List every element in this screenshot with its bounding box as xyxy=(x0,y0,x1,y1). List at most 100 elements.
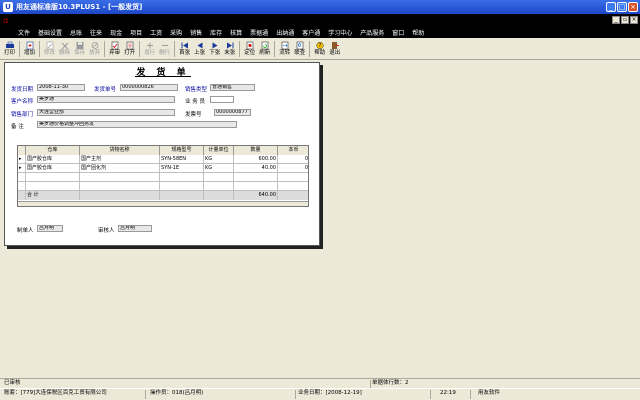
unit-cell[interactable]: KG xyxy=(204,155,234,164)
toolbar-label: 定位 xyxy=(244,49,256,56)
toolbar-button-save[interactable]: 保存 xyxy=(72,39,87,59)
toolbar-button-add[interactable]: 增加 xyxy=(22,39,37,59)
auditor-label: 审核人 xyxy=(98,228,115,234)
toolbar-button-flow[interactable]: 流转 xyxy=(277,39,292,59)
grid-header-cell[interactable]: 规格型号 xyxy=(160,146,204,155)
menu-item[interactable]: 基础设置 xyxy=(34,28,66,37)
toolbar-button-next[interactable]: 下张 xyxy=(207,39,222,59)
grid-header-cell[interactable]: 货物名称 xyxy=(80,146,160,155)
goods-cell[interactable]: 国产主剂 xyxy=(80,155,160,164)
toolbar-label: 上张 xyxy=(194,49,206,56)
account-info: 账套：[779]大连保税区百克工贸有限公司 xyxy=(4,390,107,396)
delete-row-icon xyxy=(160,41,170,50)
empty-row[interactable] xyxy=(18,173,308,182)
grid-horizontal-scrollbar[interactable] xyxy=(18,201,308,206)
toolbar-button-add-row[interactable]: 增行 xyxy=(142,39,157,59)
toolbar-button-last[interactable]: 末张 xyxy=(222,39,237,59)
ship-date-field[interactable]: 2008-11-30 xyxy=(37,84,85,91)
toolbar-button-prev[interactable]: 上张 xyxy=(192,39,207,59)
row-marker: ▸ xyxy=(18,155,26,164)
toolbar-label: 删行 xyxy=(159,49,171,56)
unit-cell[interactable]: KG xyxy=(204,164,234,173)
menu-item[interactable]: 票据通 xyxy=(246,28,272,37)
menu-item[interactable]: 窗口 xyxy=(388,28,408,37)
toolbar-button-help[interactable]: ? 帮助 xyxy=(312,39,327,59)
qty-cell[interactable]: 40.00 xyxy=(234,164,278,173)
goods-grid: 仓库 货物名称 规格型号 计量单位 数量 本币 ▸ 国产胶仓库 国产主剂 SYN… xyxy=(17,145,309,207)
status-bar-bottom: 账套：[779]大连保税区百克工贸有限公司 操作员：018(吕月明) 业务日期：… xyxy=(0,388,640,400)
maker-field: 吕月明 xyxy=(37,225,63,232)
ship-no-field[interactable]: 0000000826 xyxy=(120,84,178,91)
menu-item[interactable]: 总账 xyxy=(66,28,86,37)
grid-header-cell[interactable]: 数量 xyxy=(234,146,278,155)
clock: 22:19 xyxy=(440,390,456,396)
menu-item[interactable]: 帮助 xyxy=(408,28,428,37)
customer-label: 客户名称 xyxy=(11,99,34,105)
toolbar-button-link-query[interactable]: 联查 xyxy=(292,39,307,59)
audit-status: 已审核 xyxy=(4,380,21,386)
toolbar-label: 刷新 xyxy=(259,49,271,56)
toolbar-button-refresh[interactable]: 刷新 xyxy=(257,39,272,59)
spec-cell[interactable]: SYN-58EN xyxy=(160,155,204,164)
toolbar-button-locate[interactable]: 定位 xyxy=(242,39,257,59)
grid-header-cell[interactable]: 本币 xyxy=(278,146,308,155)
menu-item[interactable]: 往来 xyxy=(86,28,106,37)
app-logo-icon: U xyxy=(3,2,13,12)
maximize-button[interactable]: □ xyxy=(617,2,627,12)
menu-item[interactable]: 工资 xyxy=(146,28,166,37)
dept-field[interactable]: 大连营业部 xyxy=(37,109,175,116)
spec-cell[interactable]: SYN-1E xyxy=(160,164,204,173)
table-row[interactable]: ▸ 国产胶仓库 国产主剂 SYN-58EN KG 600.00 0 xyxy=(18,155,308,164)
menu-item[interactable]: 文件 xyxy=(14,28,34,37)
table-row[interactable]: ▸ 国产胶仓库 国产固化剂 SYN-1E KG 40.00 0 xyxy=(18,164,308,173)
toolbar-button-delete-row[interactable]: 删行 xyxy=(157,39,172,59)
toolbar-button-cancel[interactable]: 放弃 xyxy=(87,39,102,59)
row-count: 单据体行数：2 xyxy=(372,380,409,386)
add-icon xyxy=(25,41,35,50)
toolbar-label: 打开 xyxy=(124,49,136,56)
minimize-button[interactable]: _ xyxy=(606,2,616,12)
warehouse-cell[interactable]: 国产胶仓库 xyxy=(26,164,80,173)
total-qty: 640.00 xyxy=(234,191,278,200)
menu-item[interactable]: 出纳通 xyxy=(272,28,298,37)
amount-cell[interactable]: 0 xyxy=(278,164,308,173)
menu-item[interactable]: 核算 xyxy=(226,28,246,37)
amount-cell[interactable]: 0 xyxy=(278,155,308,164)
grid-header-cell[interactable]: 计量单位 xyxy=(204,146,234,155)
menu-item[interactable]: 产品服务 xyxy=(356,28,388,37)
menu-item[interactable]: 现金 xyxy=(106,28,126,37)
toolbar-button-edit[interactable]: 修改 xyxy=(42,39,57,59)
mdi-close-button[interactable]: × xyxy=(630,16,638,24)
menu-item[interactable]: 客户通 xyxy=(298,28,324,37)
toolbar-separator xyxy=(139,40,141,57)
goods-cell[interactable]: 国产固化剂 xyxy=(80,164,160,173)
toolbar-separator xyxy=(104,40,106,57)
menu-item[interactable]: 学习中心 xyxy=(324,28,356,37)
toolbar-label: 弃审 xyxy=(109,49,121,56)
row-marker-header xyxy=(18,146,26,155)
mdi-restore-button[interactable]: ▫ xyxy=(621,16,629,24)
menu-item[interactable]: 项目 xyxy=(126,28,146,37)
toolbar-button-open[interactable]: 打开 xyxy=(122,39,137,59)
toolbar-button-exit[interactable]: 退出 xyxy=(327,39,342,59)
invoice-no-field[interactable]: 0000000877 xyxy=(214,109,251,116)
locate-icon xyxy=(245,41,255,50)
toolbar-button-first[interactable]: 首张 xyxy=(177,39,192,59)
close-button[interactable]: × xyxy=(628,2,638,12)
customer-field[interactable]: 美罗通 xyxy=(37,96,175,103)
remark-field[interactable]: 美罗通价格调整冲回另发 xyxy=(37,121,237,128)
toolbar-button-printer[interactable]: 打印 xyxy=(2,39,17,59)
toolbar-label: 增加 xyxy=(24,49,36,56)
empty-row[interactable] xyxy=(18,182,308,191)
menu-item[interactable]: 销售 xyxy=(186,28,206,37)
warehouse-cell[interactable]: 国产胶仓库 xyxy=(26,155,80,164)
mdi-minimize-button[interactable]: _ xyxy=(612,16,620,24)
menu-item[interactable]: 采购 xyxy=(166,28,186,37)
salesman-field[interactable] xyxy=(210,96,234,103)
toolbar-button-delete[interactable]: 删除 xyxy=(57,39,72,59)
qty-cell[interactable]: 600.00 xyxy=(234,155,278,164)
menu-item[interactable]: 库存 xyxy=(206,28,226,37)
toolbar-button-unaudit[interactable]: 弃审 xyxy=(107,39,122,59)
sales-type-field[interactable]: 普通销售 xyxy=(210,84,255,91)
grid-header-cell[interactable]: 仓库 xyxy=(26,146,80,155)
